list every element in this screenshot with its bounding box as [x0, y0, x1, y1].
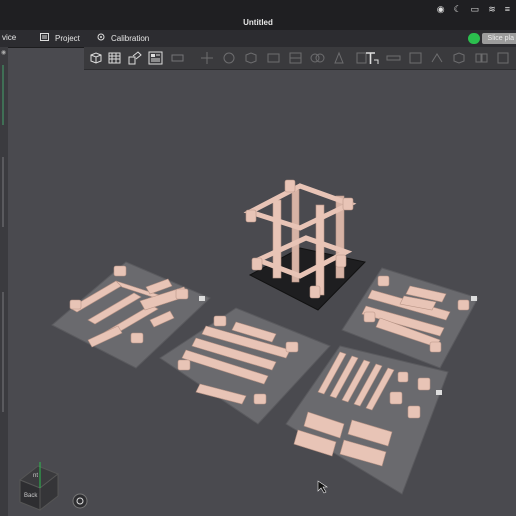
more-tools-icon[interactable]	[496, 51, 511, 65]
record-icon[interactable]: ◉	[437, 4, 445, 15]
title-bar: Untitled ◉ ☾ ▭ ≋ ≡	[0, 0, 516, 30]
sidebar-scrollbar-bottom[interactable]	[2, 292, 4, 412]
calibration-icon	[97, 33, 105, 43]
window-title: Untitled	[243, 18, 273, 27]
plate-options-icon[interactable]	[436, 390, 442, 395]
plate-options-icon[interactable]	[199, 296, 205, 301]
arrange-icon[interactable]	[128, 51, 143, 65]
layers-icon[interactable]	[170, 51, 185, 65]
status-icons: ◉ ☾ ▭ ≋ ≡	[437, 4, 510, 15]
tab-device[interactable]: vice	[2, 33, 16, 42]
eye-icon[interactable]: ◉	[1, 49, 6, 56]
assembly-icon[interactable]	[408, 51, 423, 65]
project-icon	[40, 33, 49, 43]
tab-calibration-label: Calibration	[111, 33, 150, 43]
split-icon[interactable]	[474, 51, 489, 65]
text-tool-icon[interactable]	[364, 51, 379, 65]
sidebar-scrollbar-top[interactable]	[2, 157, 4, 227]
3d-viewport[interactable]: nt Back	[8, 70, 516, 516]
viewcube-top-label: nt	[33, 473, 38, 479]
measure-icon[interactable]	[386, 51, 401, 65]
slice-plate-control: Slice pla	[467, 32, 516, 44]
list-view-icon[interactable]	[148, 51, 163, 65]
build-plate-bottom-right[interactable]	[285, 345, 449, 495]
control-center-icon[interactable]: ≡	[505, 4, 510, 15]
tab-project-label: Project	[55, 33, 80, 43]
left-sidebar-edge: ◉	[0, 47, 8, 516]
zoom-fit-button[interactable]	[72, 493, 88, 509]
mesh-boolean-icon[interactable]	[310, 51, 325, 65]
plate-options-icon[interactable]	[471, 296, 477, 301]
battery-icon[interactable]: ▭	[471, 4, 480, 15]
view-toolbar	[84, 47, 516, 70]
viewcube-front-label: Back	[24, 493, 38, 499]
add-object-icon[interactable]	[88, 51, 103, 65]
tab-project[interactable]: Project	[40, 33, 80, 43]
build-plate-active[interactable]	[243, 179, 366, 311]
grid-plate-icon[interactable]	[108, 51, 123, 65]
lay-on-face-icon[interactable]	[266, 51, 281, 65]
slice-toggle[interactable]	[467, 32, 480, 44]
slice-plate-button[interactable]: Slice pla	[481, 32, 516, 44]
mouse-cursor	[317, 480, 328, 494]
rotate-icon[interactable]	[222, 51, 237, 65]
emboss-icon[interactable]	[430, 51, 445, 65]
sidebar-panel-border	[2, 65, 4, 125]
wifi-icon[interactable]: ≋	[488, 4, 496, 15]
moon-icon[interactable]: ☾	[454, 4, 462, 15]
view-cube-icon[interactable]	[452, 51, 467, 65]
move-icon[interactable]	[200, 51, 215, 65]
support-paint-icon[interactable]	[332, 51, 347, 65]
tab-calibration[interactable]: Calibration	[97, 33, 149, 43]
scale-icon[interactable]	[244, 51, 259, 65]
tab-device-label: vice	[2, 33, 17, 42]
tab-bar: vice Project Calibration Slice pla	[0, 30, 516, 48]
cut-icon[interactable]	[288, 51, 303, 65]
view-cube[interactable]: nt Back	[19, 462, 59, 512]
